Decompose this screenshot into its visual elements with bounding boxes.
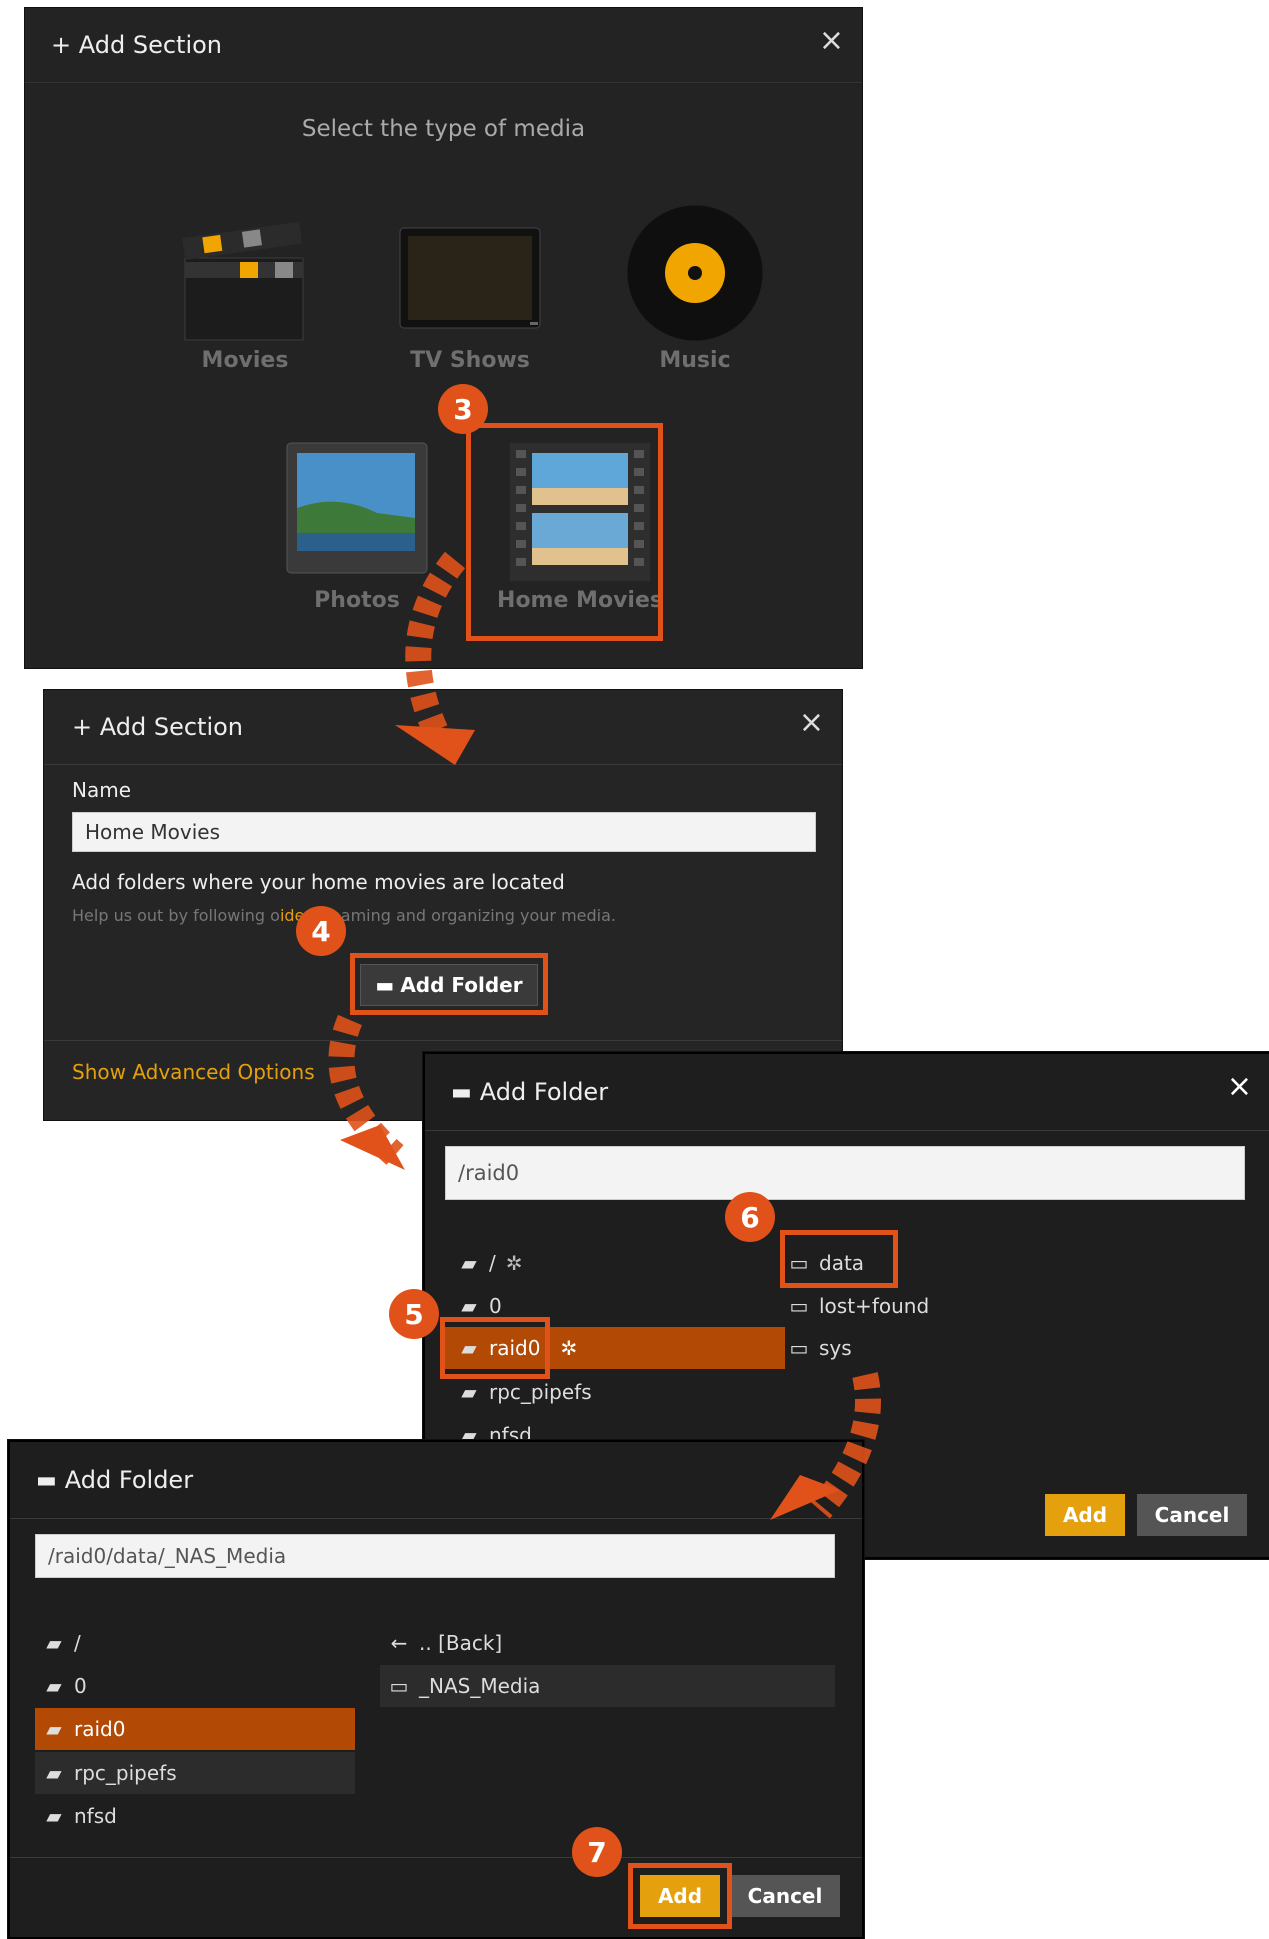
path-input[interactable]: /raid0 [445, 1146, 1245, 1200]
drive-icon: ▰ [461, 1380, 477, 1404]
subfolder-item-label: sys [819, 1336, 852, 1360]
folder-item-label: / [489, 1251, 496, 1275]
media-option-movies[interactable]: Movies [145, 198, 345, 398]
panel-header: ▬ Add Folder [10, 1442, 862, 1519]
folder-item-label: nfsd [74, 1804, 117, 1828]
subfolder-item-label: data [819, 1251, 865, 1275]
folder-item-label: rpc_pipefs [489, 1380, 592, 1404]
panel-header: + Add Section × [25, 8, 862, 83]
cancel-button[interactable]: Cancel [730, 1875, 840, 1917]
folder-item-label: raid0 [74, 1717, 126, 1741]
add-folder-button[interactable]: ▬ Add Folder [360, 964, 538, 1006]
show-advanced-options-link[interactable]: Show Advanced Options [72, 1060, 315, 1084]
add-folder-panel-nas: ▬ Add Folder /raid0/data/_NAS_Media ▰ / ▰… [8, 1440, 864, 1939]
drive-icon: ▰ [46, 1717, 62, 1741]
media-option-tv-shows[interactable]: TV Shows [370, 198, 570, 398]
film-strip-icon [510, 443, 650, 581]
name-label: Name [72, 778, 132, 802]
folder-icon: ▭ [789, 1251, 809, 1275]
media-option-photos[interactable]: Photos [257, 438, 457, 638]
path-input[interactable]: /raid0/data/_NAS_Media [35, 1534, 835, 1578]
cancel-button[interactable]: Cancel [1137, 1494, 1247, 1536]
subfolder-item-label: .. [Back] [419, 1631, 503, 1655]
media-option-music[interactable]: Music [595, 198, 795, 398]
folder-icon: ▭ [789, 1336, 809, 1360]
vinyl-record-icon [626, 204, 764, 342]
folder-item[interactable]: ▰ nfsd [40, 1795, 360, 1837]
folder-add-icon: ▬ [36, 1467, 57, 1493]
tv-icon [399, 227, 541, 329]
folder-icon: ▭ [389, 1674, 409, 1698]
back-arrow-icon: ← [390, 1631, 408, 1655]
folder-item-label: 0 [74, 1674, 87, 1698]
step-badge: 4 [296, 906, 346, 956]
media-label: Home Movies [497, 588, 663, 613]
subfolder-item[interactable]: ▭ _NAS_Media [380, 1665, 835, 1707]
folder-item[interactable]: ▰ / [40, 1622, 360, 1664]
subfolder-item-label: lost+found [819, 1294, 930, 1318]
step-badge: 3 [438, 384, 488, 434]
drive-icon: ▰ [461, 1336, 477, 1360]
subfolder-item[interactable]: ▭ sys [785, 1327, 1085, 1369]
add-folder-label: Add Folder [400, 973, 523, 997]
folder-item-selected[interactable]: ▰ raid0 [35, 1708, 355, 1750]
panel-title: + Add Section [51, 31, 222, 59]
drive-icon: ▰ [461, 1251, 477, 1275]
loading-spinner-icon: ✲ [560, 1336, 578, 1360]
folder-add-icon: ▬ [375, 973, 395, 997]
close-icon[interactable]: × [1227, 1072, 1252, 1102]
add-section-media-panel: + Add Section × Select the type of media… [25, 8, 862, 668]
clapperboard-icon [182, 221, 304, 341]
folders-heading: Add folders where your home movies are l… [72, 870, 565, 894]
step-badge: 7 [572, 1827, 622, 1877]
folder-item[interactable]: ▰ / ✲ [455, 1242, 755, 1284]
help-text-prefix: Help us out by following o [72, 906, 280, 925]
add-button[interactable]: Add [1045, 1494, 1125, 1536]
media-type-subtitle: Select the type of media [301, 116, 586, 142]
close-icon[interactable]: × [799, 708, 824, 738]
folder-item[interactable]: ▰ rpc_pipefs [35, 1752, 355, 1794]
panel-title: + Add Section [72, 713, 243, 741]
panel-header: ▬ Add Folder × [425, 1054, 1269, 1131]
folder-item-selected[interactable]: ▰ raid0 ✲ [445, 1327, 785, 1369]
photo-icon [286, 442, 428, 574]
subfolder-item[interactable]: ▭ lost+found [785, 1285, 1085, 1327]
panel-header: + Add Section × [44, 690, 842, 765]
drive-icon: ▰ [46, 1804, 62, 1828]
folder-item[interactable]: ▰ rpc_pipefs [455, 1371, 755, 1413]
drive-icon: ▰ [461, 1294, 477, 1318]
close-icon[interactable]: × [819, 26, 844, 56]
loading-spinner-icon: ✲ [505, 1251, 523, 1275]
media-label: Music [659, 348, 731, 373]
media-option-home-movies[interactable]: Home Movies [480, 438, 680, 638]
folder-item[interactable]: ▰ 0 [40, 1665, 360, 1707]
folder-item-label: rpc_pipefs [74, 1761, 177, 1785]
media-label: TV Shows [410, 348, 530, 373]
folder-item-label: raid0 [489, 1336, 541, 1360]
drive-icon: ▰ [46, 1631, 62, 1655]
step-badge: 5 [389, 1289, 439, 1339]
panel-title: Add Folder [64, 1466, 194, 1494]
folder-item-label: 0 [489, 1294, 502, 1318]
help-text-suffix: to naming and organizing your media. [304, 906, 617, 925]
media-label: Movies [201, 348, 289, 373]
step-badge: 6 [725, 1192, 775, 1242]
name-input[interactable]: Home Movies [72, 812, 816, 852]
add-button[interactable]: Add [640, 1875, 720, 1917]
subfolder-item[interactable]: ▭ data [785, 1242, 1085, 1284]
media-label: Photos [314, 588, 400, 613]
drive-icon: ▰ [46, 1761, 62, 1785]
back-item[interactable]: ← .. [Back] [385, 1622, 835, 1664]
folder-icon: ▭ [789, 1294, 809, 1318]
folder-item[interactable]: ▰ 0 [455, 1285, 755, 1327]
subfolder-item-label: _NAS_Media [419, 1674, 541, 1698]
panel-title: Add Folder [479, 1078, 609, 1106]
drive-icon: ▰ [46, 1674, 62, 1698]
folder-item-label: / [74, 1631, 81, 1655]
folder-add-icon: ▬ [451, 1079, 472, 1105]
